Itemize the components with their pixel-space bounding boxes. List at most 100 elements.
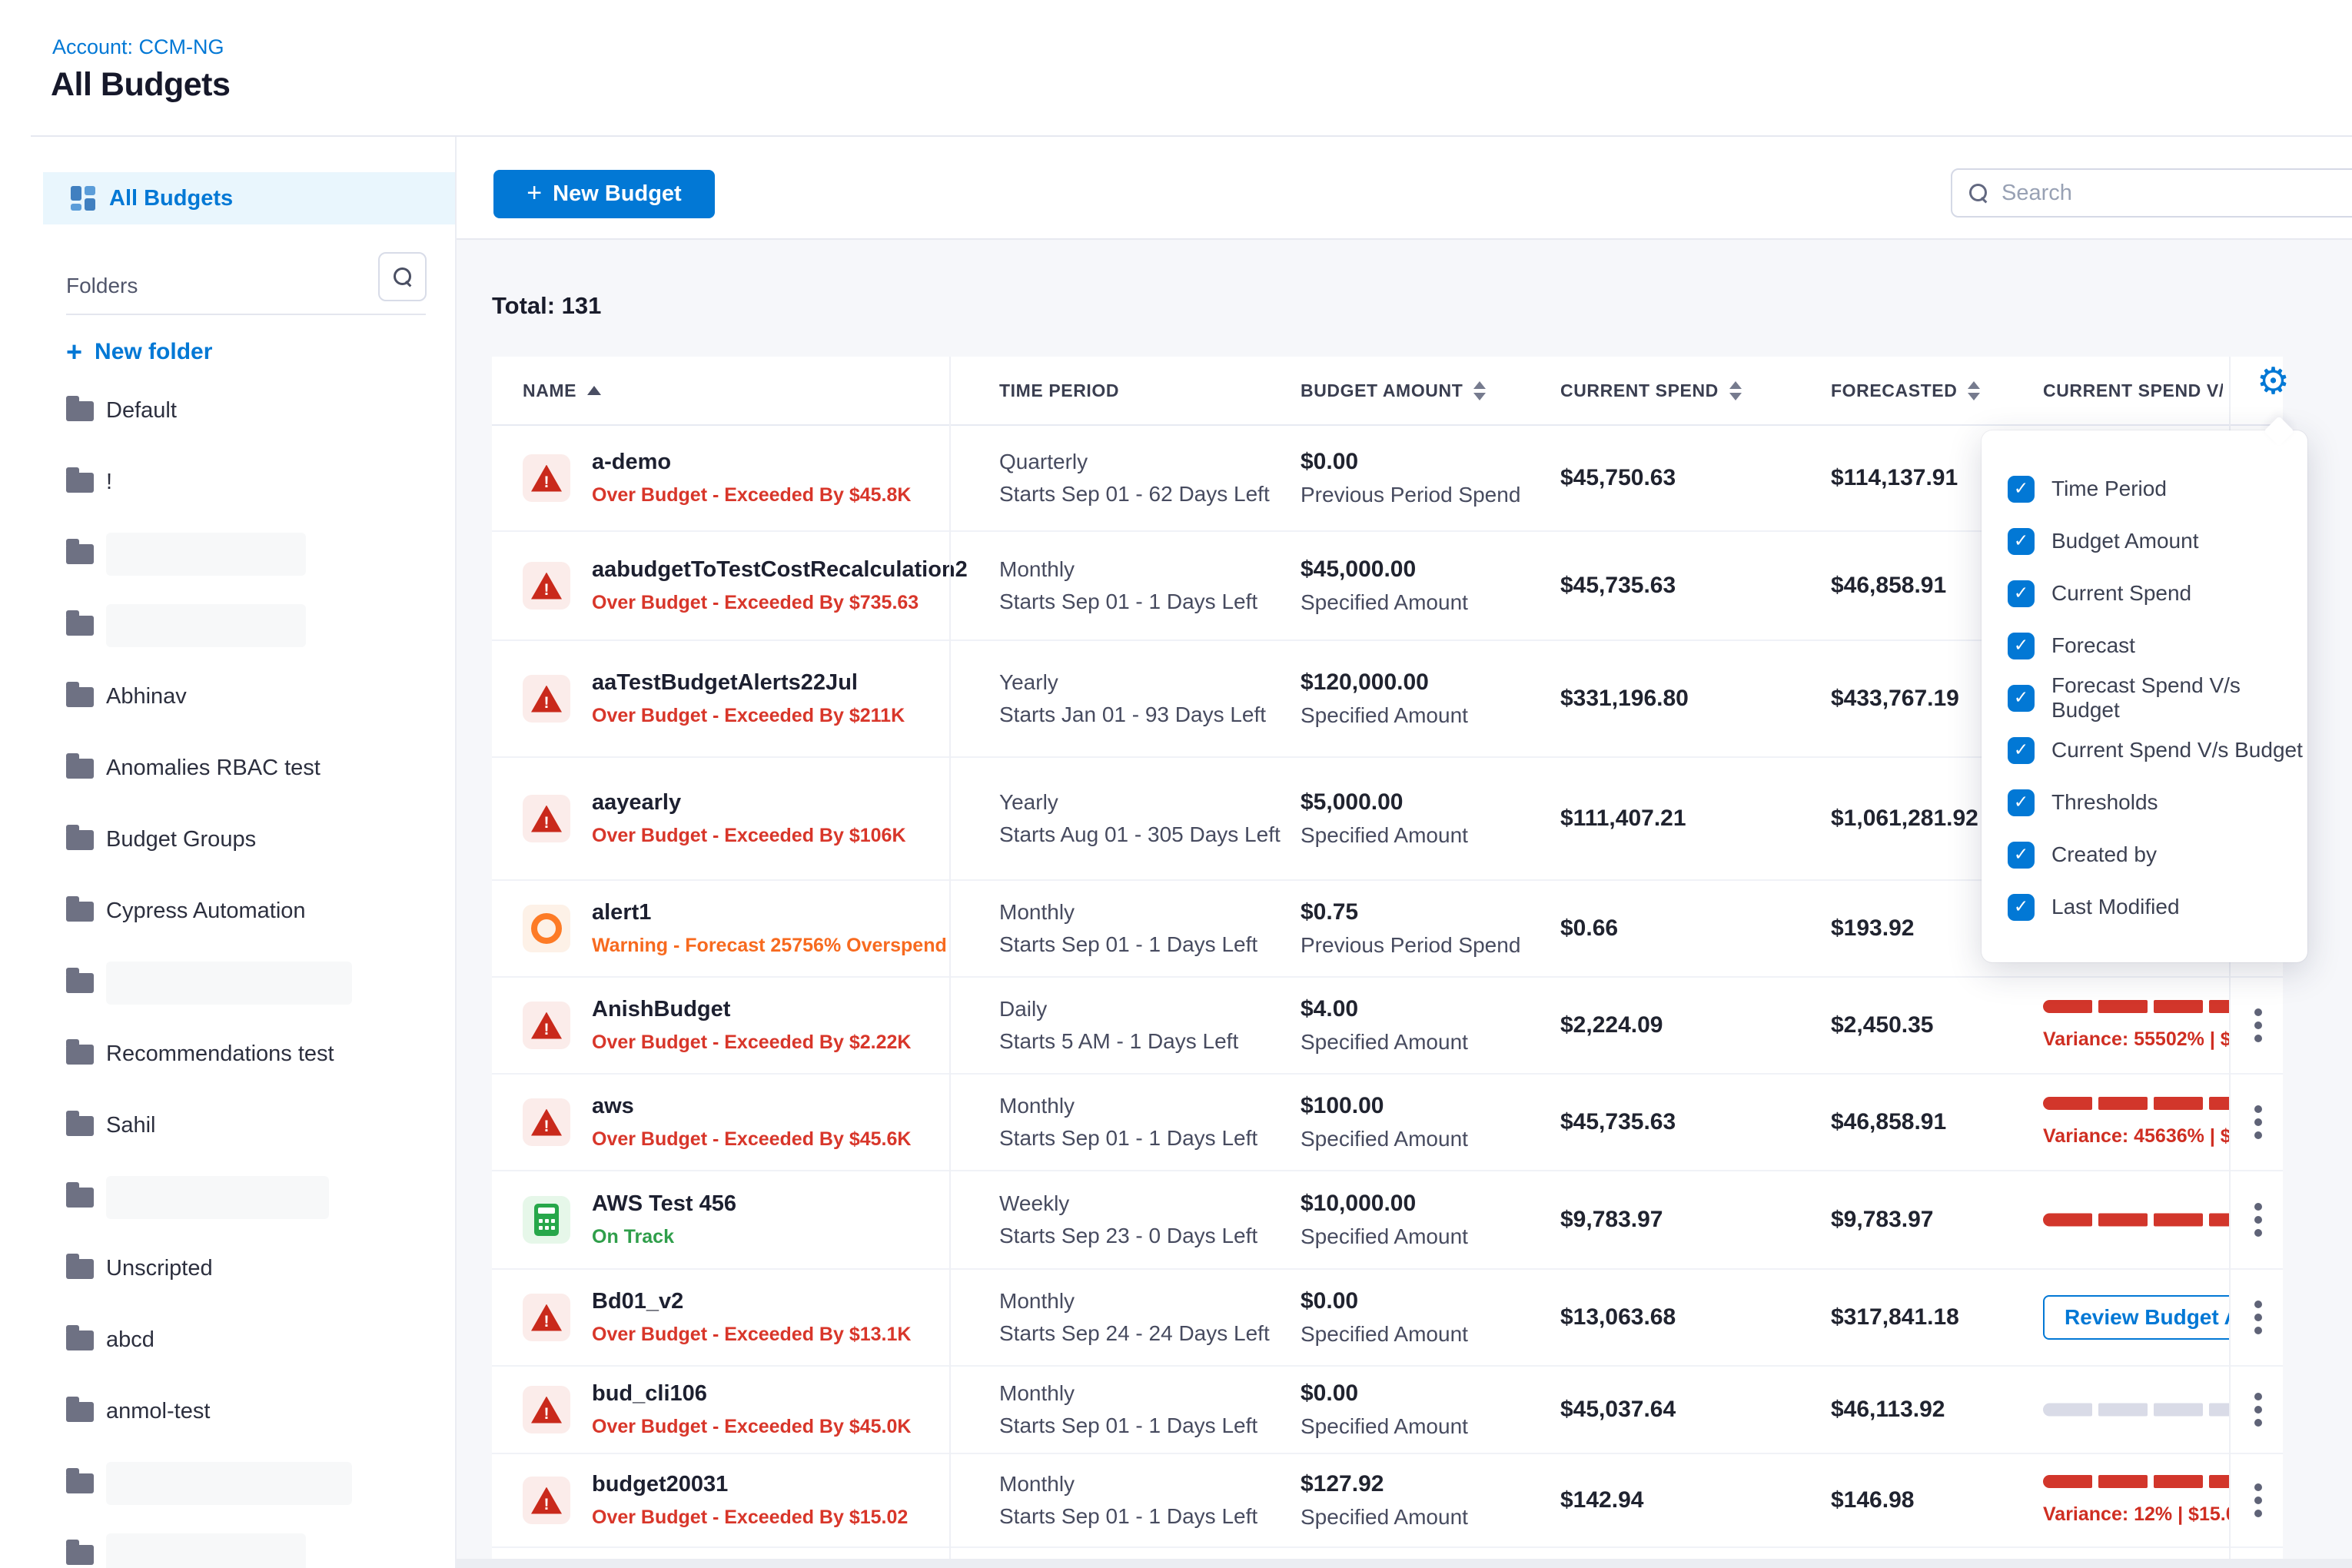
budget-name[interactable]: AWS Test 456	[592, 1191, 736, 1217]
checkbox-checked-icon[interactable]: ✓	[2008, 476, 2035, 503]
sidebar-folder-item[interactable]: !	[0, 447, 456, 518]
new-folder-button[interactable]: + New folder	[66, 338, 212, 366]
row-actions-kebab-icon[interactable]	[2241, 1294, 2275, 1340]
budget-status-tile	[523, 1477, 570, 1524]
table-row[interactable]: AnishBudget Over Budget - Exceeded By $2…	[492, 978, 2283, 1075]
sidebar-folder-item[interactable]: abcd	[0, 1304, 456, 1376]
time-period-cell: Monthly Starts Sep 01 - 1 Days Left	[999, 1377, 1257, 1442]
sidebar-folder-item[interactable]: Anomalies RBAC test	[0, 733, 456, 804]
checkbox-checked-icon[interactable]: ✓	[2008, 737, 2035, 764]
column-settings-gear-icon[interactable]: ⚙	[2257, 363, 2290, 400]
budget-name[interactable]: a-demo	[592, 450, 911, 475]
page-title: All Budgets	[51, 66, 230, 104]
column-menu-item[interactable]: ✓ Thresholds	[2008, 776, 2307, 829]
search-input[interactable]	[2002, 181, 2332, 206]
account-breadcrumb[interactable]: Account: CCM-NG	[52, 35, 224, 59]
spend-vs-budget-cell: Variance: 12% | $15.02 ov	[2043, 1475, 2229, 1526]
new-budget-label: New Budget	[553, 181, 682, 207]
column-menu-item[interactable]: ✓ Time Period	[2008, 463, 2307, 515]
budget-status-text: Over Budget - Exceeded By $735.63	[592, 592, 968, 614]
budget-amount-cell: $120,000.00 Specified Amount	[1301, 669, 1468, 728]
column-menu-item[interactable]: ✓ Budget Amount	[2008, 515, 2307, 567]
sidebar-item-label: All Budgets	[109, 186, 233, 211]
folder-icon	[66, 759, 94, 779]
budget-name[interactable]: aayearly	[592, 790, 906, 816]
row-actions-kebab-icon[interactable]	[2241, 1099, 2275, 1145]
budget-name[interactable]: AnishBudget	[592, 997, 911, 1022]
sidebar-folder-item[interactable]: Sahil	[0, 1090, 456, 1161]
checkbox-checked-icon[interactable]: ✓	[2008, 633, 2035, 659]
checkbox-checked-icon[interactable]: ✓	[2008, 580, 2035, 607]
sidebar-folder-item[interactable]: Recommendations test	[0, 1018, 456, 1090]
sidebar-folder-item[interactable]	[0, 1519, 456, 1568]
budget-amount-type: Specified Amount	[1301, 590, 1468, 615]
budget-name[interactable]: alert1	[592, 900, 947, 925]
alert-triangle-icon	[531, 1109, 562, 1136]
budget-amount-type: Previous Period Spend	[1301, 933, 1520, 958]
table-row[interactable]: bud_cli106 Over Budget - Exceeded By $45…	[492, 1367, 2283, 1454]
budget-name[interactable]: budget20031	[592, 1472, 908, 1497]
budget-name[interactable]: bud_cli106	[592, 1381, 911, 1407]
checkbox-checked-icon[interactable]: ✓	[2008, 685, 2035, 712]
sidebar-folder-item[interactable]: Budget Groups	[0, 804, 456, 875]
sidebar-folder-item[interactable]: Cypress Automation	[0, 875, 456, 947]
forecasted-cell: $2,450.35	[1831, 1012, 1933, 1038]
sidebar-folder-item[interactable]: Abhinav	[0, 661, 456, 733]
column-menu-item[interactable]: ✓ Current Spend V/s Budget	[2008, 724, 2307, 776]
budget-name[interactable]: aabudgetToTestCostRecalculation2	[592, 557, 968, 583]
budget-status-tile	[523, 454, 570, 502]
sidebar-folder-item[interactable]	[0, 1447, 456, 1519]
folders-search-button[interactable]	[378, 252, 427, 301]
budgets-grid-icon	[71, 186, 95, 211]
budget-status-tile	[523, 905, 570, 952]
budget-name[interactable]: aws	[592, 1094, 911, 1119]
sidebar-folder-item[interactable]	[0, 518, 456, 590]
column-header[interactable]: FORECASTED	[1831, 357, 1980, 424]
checkbox-checked-icon[interactable]: ✓	[2008, 842, 2035, 869]
period-detail: Starts Sep 01 - 62 Days Left	[999, 478, 1270, 510]
name-cell: budget20031 Over Budget - Exceeded By $1…	[592, 1472, 908, 1529]
current-spend-cell: $13,063.68	[1560, 1304, 1676, 1330]
sidebar-folder-item[interactable]	[0, 947, 456, 1018]
table-row[interactable]: AWS Test 456 On Track Weekly Starts Sep …	[492, 1171, 2283, 1270]
column-menu-item[interactable]: ✓ Created by	[2008, 829, 2307, 881]
column-header[interactable]: NAME	[523, 357, 601, 424]
bottom-scroll-strip[interactable]	[457, 1559, 2352, 1568]
table-row[interactable]: aws Over Budget - Exceeded By $45.6K Mon…	[492, 1075, 2283, 1171]
table-row[interactable]: budget20031 Over Budget - Exceeded By $1…	[492, 1454, 2283, 1548]
sidebar-folder-item[interactable]: anmol-test	[0, 1376, 456, 1447]
budget-name[interactable]: Bd01_v2	[592, 1289, 911, 1314]
row-actions-kebab-icon[interactable]	[2241, 1387, 2275, 1433]
review-budget-amount-button[interactable]: Review Budget Amou	[2043, 1295, 2229, 1340]
column-menu-item[interactable]: ✓ Last Modified	[2008, 881, 2307, 933]
column-menu-item[interactable]: ✓ Current Spend	[2008, 567, 2307, 620]
sidebar-folder-item[interactable]	[0, 590, 456, 661]
period-detail: Starts Sep 01 - 1 Days Left	[999, 1500, 1257, 1533]
row-actions-kebab-icon[interactable]	[2241, 1002, 2275, 1048]
sidebar-folder-item[interactable]: Default	[0, 375, 456, 447]
checkbox-checked-icon[interactable]: ✓	[2008, 528, 2035, 555]
sidebar-folder-item[interactable]: Unscripted	[0, 1233, 456, 1304]
budget-name[interactable]: aaTestBudgetAlerts22Jul	[592, 670, 905, 696]
time-period-cell: Yearly Starts Jan 01 - 93 Days Left	[999, 666, 1266, 731]
table-row[interactable]: Bd01_v2 Over Budget - Exceeded By $13.1K…	[492, 1270, 2283, 1367]
sidebar-item-all-budgets[interactable]: All Budgets	[43, 172, 456, 224]
time-period-cell: Quarterly Starts Sep 01 - 62 Days Left	[999, 446, 1270, 510]
budget-status-tile	[523, 795, 570, 842]
column-header: TIME PERIOD	[999, 357, 1119, 424]
row-actions-kebab-icon[interactable]	[2241, 1477, 2275, 1523]
sidebar-folder-item[interactable]	[0, 1161, 456, 1233]
column-header[interactable]: BUDGET AMOUNT	[1301, 357, 1486, 424]
column-menu-item[interactable]: ✓ Forecast Spend V/s Budget	[2008, 672, 2307, 724]
budget-amount-type: Specified Amount	[1301, 1127, 1468, 1151]
column-header[interactable]: CURRENT SPEND	[1560, 357, 1742, 424]
column-menu-item[interactable]: ✓ Forecast	[2008, 620, 2307, 672]
period-type: Yearly	[999, 666, 1266, 699]
row-actions-kebab-icon[interactable]	[2241, 1197, 2275, 1243]
checkbox-checked-icon[interactable]: ✓	[2008, 789, 2035, 816]
checkbox-checked-icon[interactable]: ✓	[2008, 894, 2035, 921]
budget-amount-value: $0.00	[1301, 1380, 1468, 1407]
budget-amount-cell: $0.00 Specified Amount	[1301, 1288, 1468, 1347]
new-budget-button[interactable]: + New Budget	[493, 170, 715, 218]
calculator-icon	[534, 1204, 559, 1236]
